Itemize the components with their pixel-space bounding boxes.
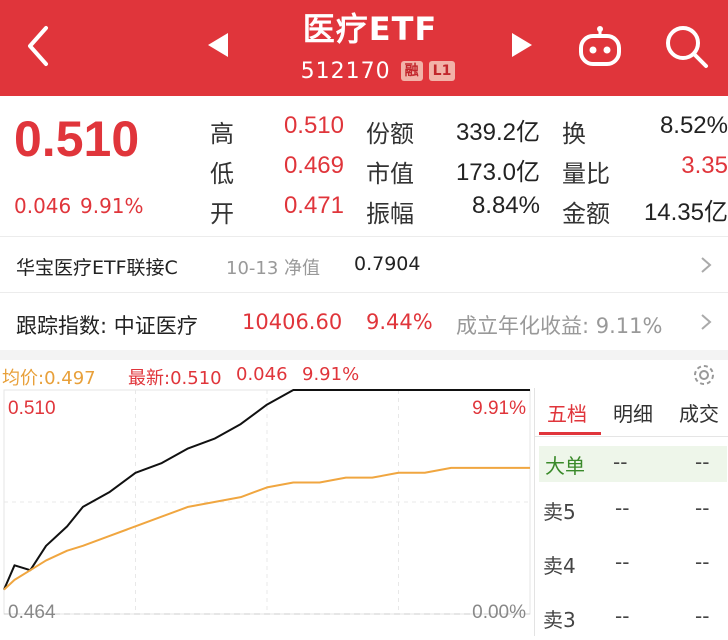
price-change-pct: 9.91%	[80, 194, 144, 218]
section-divider	[0, 350, 728, 360]
ask-volume: --	[695, 550, 710, 574]
big-order-a: --	[613, 450, 628, 474]
tab-details[interactable]: 明细	[613, 398, 653, 427]
nav-date-label: 10-13 净值	[226, 258, 321, 279]
low-value: 0.469	[283, 152, 344, 179]
tab-five-levels[interactable]: 五档	[547, 398, 587, 427]
big-order-label: 大单	[545, 454, 585, 478]
open-value: 0.471	[283, 192, 344, 219]
annualized-return-label: 成立年化收益: 9.11%	[456, 314, 663, 338]
big-order-row: 大单 -- --	[539, 446, 727, 482]
open-label: 开	[210, 200, 234, 228]
amplitude-label: 振幅	[366, 200, 414, 228]
amount-value: 14.35亿	[643, 199, 728, 226]
tracking-index-pct: 9.44%	[366, 310, 433, 334]
chevron-right-icon	[701, 314, 712, 330]
tab-divider	[535, 436, 728, 437]
linked-fund-name: 华宝医疗ETF联接C	[16, 257, 178, 279]
amplitude-value: 8.84%	[471, 192, 540, 219]
security-subline: 512170 融 L1	[258, 56, 498, 86]
y-top-label: 0.510	[8, 398, 56, 419]
latest-price-label: 最新:0.510	[128, 368, 222, 389]
chart-legend: 均价:0.497 最新:0.510 0.046 9.91%	[0, 360, 728, 389]
latest-change-pct: 9.91%	[302, 364, 360, 385]
linked-fund-row[interactable]: 华宝医疗ETF联接C 10-13 净值 0.7904	[0, 236, 728, 292]
volume-ratio-value: 3.35	[681, 152, 728, 179]
level-tag: L1	[428, 61, 456, 81]
high-label: 高	[210, 120, 234, 148]
order-book-panel: 五档 明细 成交 大单 -- -- 卖5 -- -- 卖4 -- -- 卖3 -…	[534, 388, 728, 636]
shares-value: 339.2亿	[455, 119, 540, 146]
ask-label: 卖3	[543, 608, 576, 632]
shares-label: 份额	[366, 120, 414, 148]
low-label: 低	[210, 160, 234, 188]
tracking-index-value: 10406.60	[242, 310, 343, 334]
ask-price: --	[615, 496, 630, 520]
back-arrow-icon[interactable]	[18, 22, 62, 70]
nav-value: 0.7904	[354, 253, 421, 275]
ask-label: 卖4	[543, 554, 576, 578]
chevron-right-icon	[701, 257, 712, 273]
turnover-label: 换	[562, 120, 586, 148]
ask-row: 卖3 -- --	[543, 604, 728, 634]
ask-label: 卖5	[543, 500, 576, 524]
latest-change: 0.046	[236, 364, 288, 385]
tracking-index-row[interactable]: 跟踪指数: 中证医疗 10406.60 9.44% 成立年化收益: 9.11%	[0, 292, 728, 350]
top-bar: 医疗ETF 512170 融 L1	[0, 0, 728, 96]
last-price: 0.510	[14, 111, 140, 167]
ask-price: --	[615, 604, 630, 628]
pct-bottom-label: 0.00%	[472, 602, 526, 623]
tab-trades[interactable]: 成交	[679, 398, 719, 427]
ask-row: 卖5 -- --	[543, 496, 728, 526]
pct-top-label: 9.91%	[472, 398, 526, 419]
amount-label: 金额	[562, 200, 610, 228]
turnover-value: 8.52%	[659, 112, 728, 139]
chart-canvas	[3, 389, 531, 615]
search-icon[interactable]	[662, 22, 710, 70]
ask-volume: --	[695, 604, 710, 628]
gear-icon[interactable]	[690, 362, 718, 388]
security-code: 512170	[300, 58, 391, 84]
ask-price: --	[615, 550, 630, 574]
quote-panel: 0.510 0.046 9.91% 高 0.510 份额 339.2亿 换 8.…	[0, 96, 728, 236]
intraday-chart[interactable]: 0.510 9.91% 0.464 0.00%	[0, 388, 534, 636]
left-triangle-icon[interactable]	[204, 30, 234, 60]
ask-row: 卖4 -- --	[543, 550, 728, 580]
avg-price-label: 均价:0.497	[2, 368, 96, 389]
market-cap-label: 市值	[366, 160, 414, 188]
big-order-b: --	[695, 450, 710, 474]
page-title: 医疗ETF	[302, 10, 438, 48]
market-cap-value: 173.0亿	[455, 159, 540, 186]
tracking-index-label: 跟踪指数: 中证医疗	[16, 314, 198, 338]
ask-volume: --	[695, 496, 710, 520]
right-triangle-icon[interactable]	[506, 30, 536, 60]
high-value: 0.510	[283, 112, 344, 139]
y-bottom-label: 0.464	[8, 602, 56, 623]
robot-icon[interactable]	[576, 22, 624, 70]
margin-tag: 融	[400, 61, 423, 81]
volume-ratio-label: 量比	[562, 160, 610, 188]
price-change: 0.046	[14, 194, 72, 218]
active-tab-indicator	[539, 432, 601, 435]
